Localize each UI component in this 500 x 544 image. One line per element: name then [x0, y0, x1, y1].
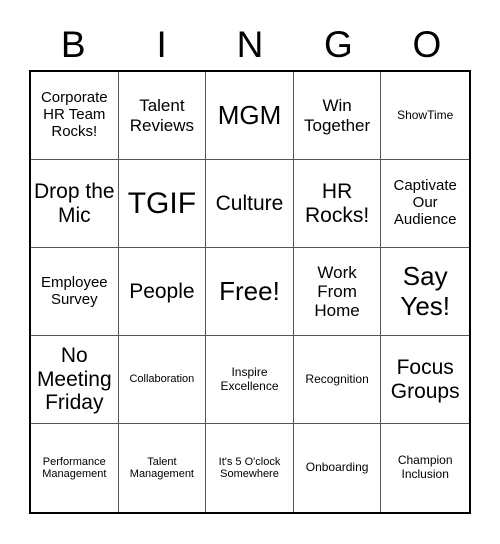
bingo-cell[interactable]: It's 5 O'clock Somewhere: [206, 424, 294, 512]
bingo-cell-label: Say Yes!: [400, 261, 450, 321]
bingo-cell-label: Performance Management: [42, 455, 107, 480]
bingo-cell-label: TGIF: [127, 186, 197, 220]
bingo-cell[interactable]: MGM: [206, 72, 294, 160]
bingo-cell-label: Recognition: [305, 371, 369, 386]
bingo-cell-label: Focus Groups: [390, 355, 460, 403]
bingo-cell-label: Talent Reviews: [129, 96, 195, 135]
bingo-free-space-cell[interactable]: Free!: [206, 248, 294, 336]
bingo-cell[interactable]: Win Together: [293, 72, 382, 160]
bingo-cell-label: Captivate Our Audience: [393, 177, 457, 228]
bingo-cell-label: No Meeting Friday: [36, 343, 112, 415]
bingo-cell[interactable]: Recognition: [293, 336, 382, 424]
bingo-cell-label: Champion Inclusion: [397, 453, 453, 481]
bingo-cell-label: People: [129, 279, 195, 303]
bingo-header-letter-b: B: [60, 23, 86, 65]
bingo-cell[interactable]: Say Yes!: [381, 248, 469, 336]
bingo-cell-label: It's 5 O'clock Somewhere: [218, 455, 281, 480]
bingo-cell[interactable]: Onboarding: [293, 424, 382, 512]
bingo-cell[interactable]: Talent Management: [118, 424, 207, 512]
bingo-cell-label: Free!: [219, 275, 280, 306]
bingo-header-letter-n: N: [236, 23, 264, 65]
bingo-cell[interactable]: Captivate Our Audience: [381, 160, 469, 248]
bingo-header-letter-o: O: [412, 23, 442, 65]
bingo-cell[interactable]: Employee Survey: [31, 248, 119, 336]
bingo-cell[interactable]: Focus Groups: [381, 336, 469, 424]
bingo-cell-label: MGM: [217, 99, 282, 130]
bingo-header: B I N G O: [29, 18, 471, 70]
bingo-cell-label: ShowTime: [397, 107, 454, 122]
bingo-grid: Corporate HR Team Rocks! Talent Reviews MG…: [29, 70, 471, 514]
bingo-cell[interactable]: People: [118, 248, 207, 336]
bingo-cell[interactable]: No Meeting Friday: [31, 336, 119, 424]
bingo-cell-label: Collaboration: [129, 373, 195, 386]
bingo-cell[interactable]: HR Rocks!: [293, 160, 382, 248]
bingo-card: B I N G O Corporate HR Team Rocks! Talent…: [0, 0, 500, 544]
bingo-cell-label: HR Rocks!: [305, 179, 370, 227]
bingo-cell-label: Win Together: [304, 96, 371, 135]
bingo-cell[interactable]: Culture: [206, 160, 294, 248]
bingo-cell-label: Talent Management: [129, 455, 194, 480]
bingo-cell[interactable]: ShowTime: [381, 72, 469, 160]
bingo-cell[interactable]: Work From Home: [293, 248, 382, 336]
bingo-cell[interactable]: TGIF: [118, 160, 207, 248]
bingo-cell-label: Onboarding: [305, 460, 369, 475]
bingo-cell-label: Drop the Mic: [34, 179, 115, 227]
bingo-header-letter-i: I: [156, 23, 167, 65]
bingo-cell-label: Corporate HR Team Rocks!: [40, 89, 108, 140]
bingo-cell[interactable]: Corporate HR Team Rocks!: [31, 72, 119, 160]
bingo-cell-label: Work From Home: [314, 262, 360, 321]
bingo-cell[interactable]: Drop the Mic: [31, 160, 119, 248]
bingo-cell[interactable]: Champion Inclusion: [381, 424, 469, 512]
bingo-cell[interactable]: Performance Management: [31, 424, 119, 512]
bingo-cell[interactable]: Talent Reviews: [118, 72, 207, 160]
bingo-cell-label: Culture: [215, 191, 284, 215]
bingo-cell[interactable]: Inspire Excellence: [206, 336, 294, 424]
bingo-cell-label: Employee Survey: [40, 273, 108, 308]
bingo-header-letter-g: G: [324, 23, 353, 65]
bingo-cell[interactable]: Collaboration: [118, 336, 207, 424]
bingo-cell-label: Inspire Excellence: [220, 364, 279, 393]
